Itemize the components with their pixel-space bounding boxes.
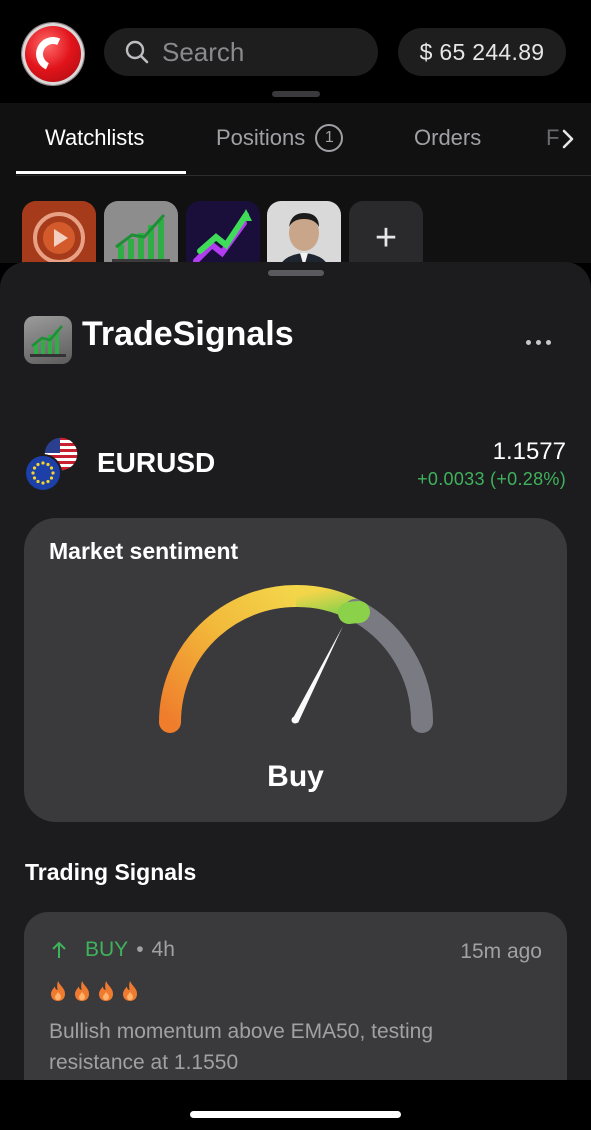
logo-swoosh-icon [31,32,75,76]
separator-dot: • [136,938,144,961]
home-indicator[interactable] [190,1111,401,1118]
arrow-up-icon [52,941,66,958]
header-drag-handle[interactable] [272,91,320,97]
tab-orders[interactable]: Orders [414,103,481,173]
tab-divider [16,175,591,176]
more-options-icon[interactable] [526,330,556,354]
gauge-needle [292,626,343,723]
account-balance-button[interactable]: $ 65 244.89 [398,28,566,76]
signal-strength [49,980,139,1002]
chevron-right-icon[interactable] [561,128,575,150]
gauge-segment-sell [159,585,307,733]
tab-positions[interactable]: Positions 1 [216,103,344,173]
tab-label: Orders [414,125,482,150]
sentiment-gauge [159,584,434,733]
flame-icon [75,981,89,1001]
broker-logo[interactable] [22,23,84,85]
eu-flag-icon [24,454,62,492]
flame-icon [99,981,113,1001]
signal-time-ago: 15m ago [460,940,542,963]
signal-type: BUY [85,938,129,961]
instrument-symbol[interactable]: EURUSD [97,447,215,479]
tab-label: Positions [216,125,306,150]
tab-overflow[interactable]: F [546,103,562,173]
instrument-change: +0.0033 (+0.28%) [417,469,566,489]
search-bar[interactable] [104,28,378,76]
flags-icon [24,436,79,492]
add-icon: + [374,216,398,259]
gauge-segment-remaining [344,599,434,733]
instrument-price: 1.1577 [492,438,566,465]
tab-label: F [546,125,560,150]
tradesignals-app-icon [24,316,72,364]
trading-signals-title: Trading Signals [25,859,197,885]
active-tab-indicator [16,171,186,174]
search-input[interactable] [162,36,362,68]
flame-icon [51,981,65,1001]
currency-pair-flags [24,436,82,492]
search-icon [125,40,149,64]
tab-label: Watchlists [45,125,145,150]
app-title: TradeSignals [82,315,294,353]
bar-chart-icon [30,325,66,357]
positions-count-badge: 1 [315,124,344,152]
sentiment-verdict: Buy [267,760,324,793]
signal-header: BUY • 4h [49,938,175,962]
signal-timeframe: 4h [151,938,175,961]
sheet-drag-handle[interactable] [268,270,324,276]
tab-watchlists[interactable]: Watchlists [45,103,144,173]
sentiment-title: Market sentiment [49,538,239,564]
bottom-safe-area [0,1080,591,1130]
flame-icon [123,981,137,1001]
signal-description: Bullish momentum above EMA50, testing re… [49,1020,434,1074]
balance-value: $ 65 244.89 [419,38,545,65]
